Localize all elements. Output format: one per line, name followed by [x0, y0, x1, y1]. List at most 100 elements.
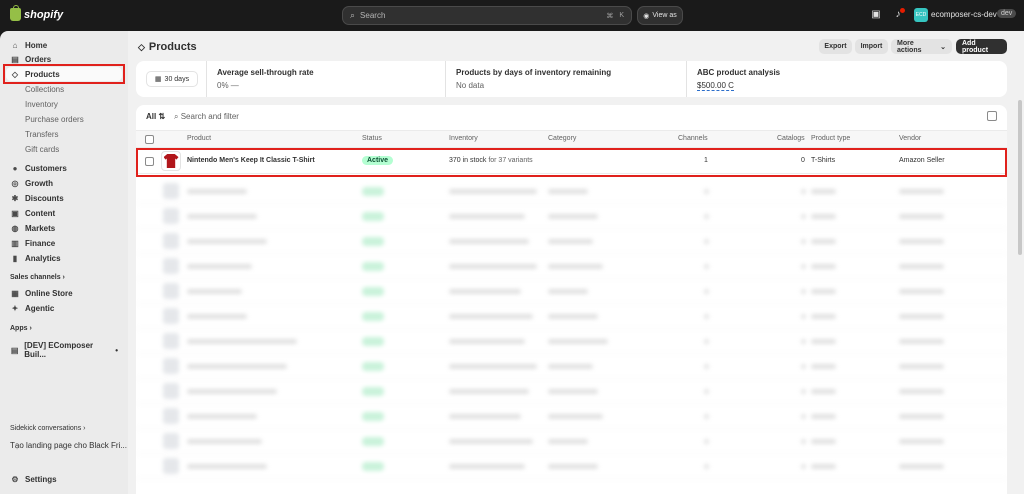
apps-heading[interactable]: Apps › [10, 325, 32, 332]
sidebar-subitem-transfers[interactable]: Transfers [25, 130, 59, 139]
export-button[interactable]: Export [819, 39, 852, 54]
obscured-thumbnail [163, 283, 179, 299]
column-header-category[interactable]: Category [548, 135, 576, 142]
sidebar-item-app-ecomposer[interactable]: ▤ [DEV] EComposer Buil... • [6, 341, 122, 359]
top-bar: shopify ⌕ Search ⌘ K ◉ View as ▣ ♪ ECD e… [0, 0, 1024, 31]
add-product-button[interactable]: Add product [956, 39, 1007, 54]
sidebar-item-online-store[interactable]: ▦ Online Store [6, 286, 122, 300]
obscured-cell [704, 389, 709, 394]
obscured-cell [187, 339, 297, 344]
import-button[interactable]: Import [855, 39, 888, 54]
chevron-right-icon: › [29, 325, 32, 332]
sidebar-item-growth[interactable]: ◎ Growth [6, 176, 122, 190]
metric-value: No data [456, 81, 485, 90]
columns-icon[interactable] [987, 111, 997, 121]
metric-days-of-inventory[interactable]: Products by days of inventory remaining … [445, 61, 686, 97]
table-row-obscured [136, 254, 1007, 279]
metric-sell-through[interactable]: Average sell-through rate 0% — [206, 61, 445, 97]
sidebar-item-markets[interactable]: ◍ Markets [6, 221, 122, 235]
obscured-cell [801, 314, 806, 319]
obscured-cell [548, 314, 598, 319]
sidebar-subitem-inventory[interactable]: Inventory [25, 100, 58, 109]
obscured-cell [362, 212, 384, 221]
metric-abc-analysis[interactable]: ABC product analysis $500.00 C [686, 61, 1007, 97]
store-avatar[interactable]: ECD [914, 8, 928, 22]
obscured-cell [548, 264, 603, 269]
obscured-cell [704, 314, 709, 319]
sidebar-subitem-purchase-orders[interactable]: Purchase orders [25, 115, 84, 124]
obscured-cell [704, 414, 709, 419]
filter-tab-all[interactable]: All ⇅ [146, 112, 165, 121]
more-actions-label: More actions [897, 39, 922, 54]
analytics-bar: ▦ 30 days Average sell-through rate 0% —… [136, 61, 1007, 97]
obscured-cell [811, 189, 836, 194]
obscured-cell [362, 262, 384, 271]
store-name[interactable]: ecomposer-cs-dev [931, 10, 997, 19]
obscured-cell [899, 314, 944, 319]
obscured-cell [899, 339, 944, 344]
sidebar-subitem-collections[interactable]: Collections [25, 85, 64, 94]
obscured-cell [899, 214, 944, 219]
shopify-logo[interactable]: shopify [10, 5, 64, 21]
scrollbar-thumb[interactable] [1018, 100, 1022, 255]
column-header-product[interactable]: Product [187, 135, 211, 142]
obscured-cell [899, 289, 944, 294]
sidebar-item-content[interactable]: ▣ Content [6, 206, 122, 220]
sidebar-item-analytics[interactable]: ▮ Analytics [6, 251, 122, 265]
global-search-input[interactable]: ⌕ Search ⌘ K [342, 6, 632, 25]
sidebar-item-finance[interactable]: ▥ Finance [6, 236, 122, 250]
column-header-status[interactable]: Status [362, 135, 382, 142]
finance-icon: ▥ [11, 238, 19, 248]
period-label: 30 days [164, 75, 190, 83]
period-selector[interactable]: ▦ 30 days [146, 71, 198, 87]
column-header-inventory[interactable]: Inventory [449, 135, 478, 142]
sidebar-item-label: Analytics [25, 253, 61, 263]
view-as-button[interactable]: ◉ View as [637, 6, 683, 25]
more-actions-button[interactable]: More actions ⌄ [891, 39, 952, 54]
logo-text: shopify [24, 8, 64, 21]
metric-value: $500.00 C [697, 81, 734, 91]
obscured-cell [362, 412, 384, 421]
calendar-icon: ▦ [154, 76, 162, 83]
metric-title: Products by days of inventory remaining [456, 68, 612, 77]
obscured-cell [704, 214, 709, 219]
notification-dot [900, 8, 905, 13]
sidebar-item-label: Agentic [25, 303, 55, 313]
obscured-thumbnail [163, 308, 179, 324]
agentic-icon: ✦ [11, 303, 19, 313]
sidebar-item-customers[interactable]: ● Customers [6, 161, 122, 175]
column-header-vendor[interactable]: Vendor [899, 135, 921, 142]
column-header-product-type[interactable]: Product type [811, 135, 850, 142]
sidebar-item-discounts[interactable]: ✱ Discounts [6, 191, 122, 205]
sidebar-subitem-gift-cards[interactable]: Gift cards [25, 145, 59, 154]
obscured-cell [449, 264, 537, 269]
table-row-obscured [136, 354, 1007, 379]
obscured-cell [801, 189, 806, 194]
sidekick-heading[interactable]: Sidekick conversations › [10, 425, 86, 432]
obscured-cell [801, 264, 806, 269]
obscured-cell [801, 439, 806, 444]
sidebar-item-agentic[interactable]: ✦ Agentic [6, 301, 122, 315]
obscured-cell [548, 439, 588, 444]
metric-title: Average sell-through rate [217, 68, 314, 77]
obscured-cell [548, 239, 593, 244]
obscured-thumbnail [163, 458, 179, 474]
column-header-channels[interactable]: Channels [678, 135, 708, 142]
obscured-thumbnail [163, 258, 179, 274]
sidebar-item-settings[interactable]: ⚙ Settings [6, 472, 122, 486]
main-content: ◇ Products Export Import More actions ⌄ … [128, 31, 1024, 494]
select-all-checkbox[interactable] [145, 135, 154, 144]
obscured-cell [811, 414, 836, 419]
sales-channels-heading[interactable]: Sales channels › [10, 274, 65, 281]
obscured-thumbnail [163, 333, 179, 349]
sort-icon: ⇅ [158, 112, 166, 121]
search-and-filter-input[interactable]: ⌕ Search and filter [174, 112, 239, 122]
obscured-cell [548, 389, 598, 394]
table-row-obscured [136, 329, 1007, 354]
obscured-cell [187, 189, 247, 194]
column-header-catalogs[interactable]: Catalogs [777, 135, 805, 142]
sidekick-conversation-item[interactable]: Tạo landing page cho Black Fri... [10, 441, 127, 450]
store-icon[interactable]: ▣ [870, 9, 882, 21]
sidebar-item-home[interactable]: ⌂ Home [6, 38, 122, 52]
shopify-bag-icon [10, 5, 21, 21]
